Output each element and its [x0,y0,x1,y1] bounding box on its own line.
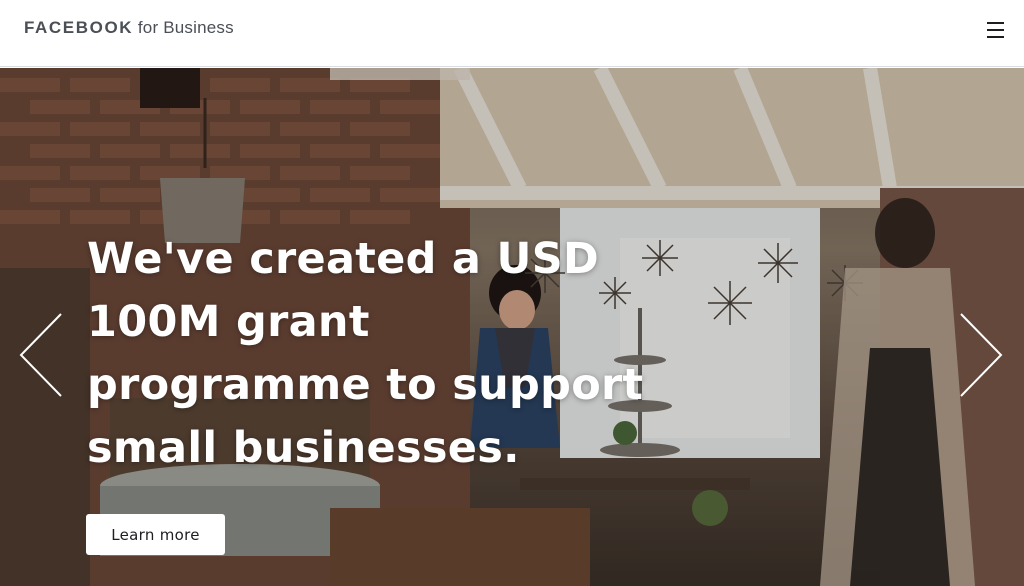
top-bar: FACEBOOK for Business [0,0,1024,67]
logo-suffix-text: for Business [137,18,234,37]
facebook-for-business-logo[interactable]: FACEBOOK for Business [24,18,234,40]
logo-brand-text: FACEBOOK [24,18,134,37]
learn-more-button[interactable]: Learn more [86,514,225,555]
hero-headline: We've created a USD 100M grant programme… [87,234,644,473]
hamburger-menu-icon[interactable] [983,18,1009,42]
chevron-left-icon[interactable] [18,312,64,398]
hero-carousel: We've created a USD 100M grant programme… [0,68,1024,586]
chevron-right-icon[interactable] [958,312,1004,398]
